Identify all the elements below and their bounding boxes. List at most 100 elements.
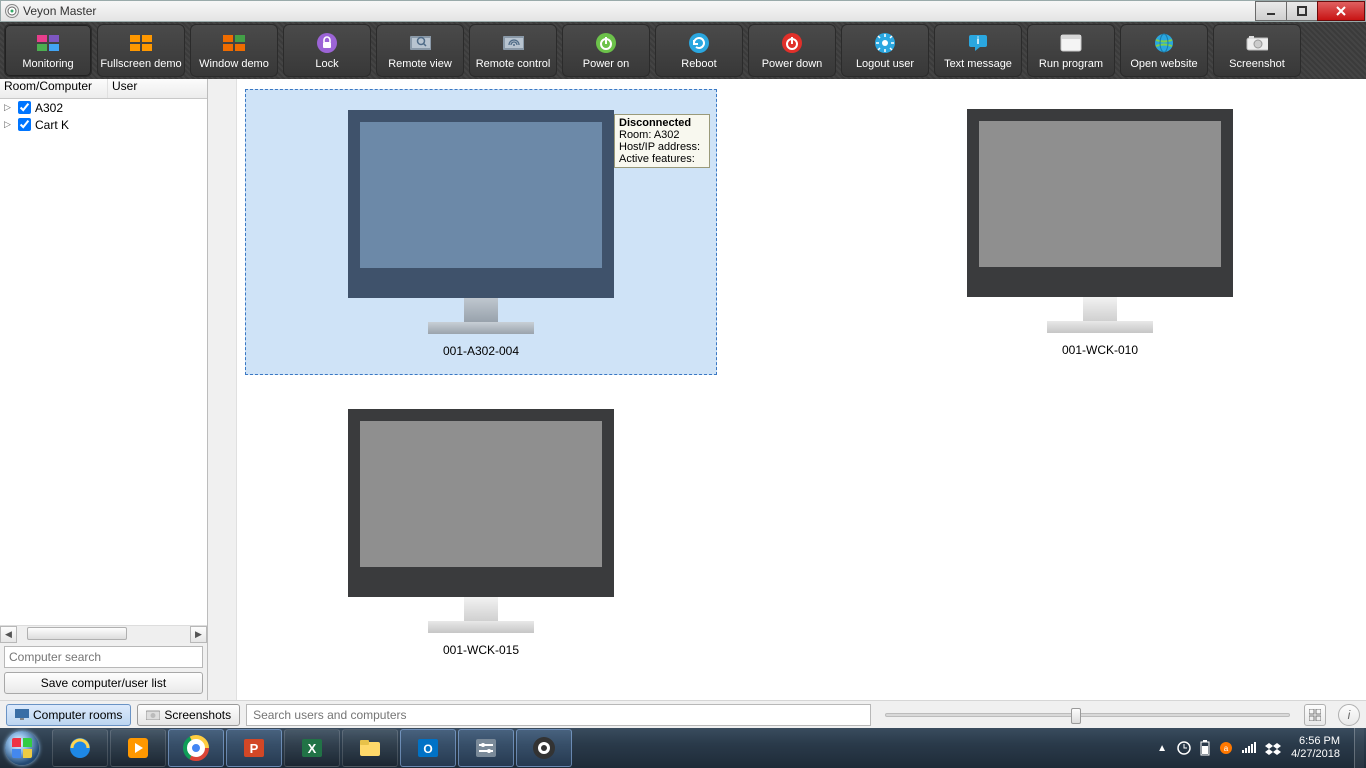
grid-toggle-button[interactable] — [1304, 704, 1326, 726]
computer-thumbnail[interactable]: 001-WCK-015 — [245, 389, 717, 675]
task-veyon[interactable] — [516, 729, 572, 767]
taskbar-clock[interactable]: 6:56 PM 4/27/2018 — [1291, 735, 1340, 761]
app-icon — [5, 4, 19, 18]
wifi-icon[interactable] — [1241, 742, 1257, 754]
tree-row[interactable]: ▷ A302 — [0, 99, 207, 116]
computer-thumbnail[interactable]: 001-WCK-010 — [864, 89, 1336, 375]
avast-icon[interactable]: a — [1219, 741, 1233, 755]
monitor-small-icon — [15, 709, 29, 720]
scroll-right-icon[interactable]: ▶ — [190, 626, 207, 643]
bottom-bar: Computer rooms Screenshots i — [0, 700, 1366, 728]
tab-label: Computer rooms — [33, 708, 122, 722]
camera-small-icon — [146, 709, 160, 720]
tree-label: Cart K — [35, 118, 69, 132]
svg-text:O: O — [423, 742, 432, 756]
toolbar: Monitoring Fullscreen demo Window demo L… — [0, 22, 1366, 79]
dropbox-icon[interactable] — [1265, 741, 1281, 755]
monitoring-button[interactable]: Monitoring — [4, 24, 92, 77]
power-green-icon — [595, 32, 617, 54]
wifi-screen-icon — [502, 32, 524, 54]
disclosure-icon[interactable]: ▷ — [4, 119, 14, 130]
zoom-slider[interactable] — [885, 713, 1290, 717]
tree-hscrollbar[interactable]: ◀ ▶ — [0, 625, 207, 642]
reboot-button[interactable]: Reboot — [655, 24, 743, 77]
toolbar-label: Logout user — [856, 58, 914, 70]
tray-arrow-icon[interactable]: ▲ — [1157, 743, 1167, 754]
close-button[interactable] — [1317, 1, 1365, 21]
lock-icon — [316, 32, 338, 54]
tooltip-host: Host/IP address: — [619, 141, 705, 153]
tree-checkbox[interactable] — [18, 118, 31, 131]
toolbar-label: Screenshot — [1229, 58, 1285, 70]
tab-computer-rooms[interactable]: Computer rooms — [6, 704, 131, 726]
taskbar: P X O ▲ a 6:56 PM 4/27/2018 — [0, 728, 1366, 768]
task-outlook[interactable]: O — [400, 729, 456, 767]
open-website-button[interactable]: Open website — [1120, 24, 1208, 77]
scroll-left-icon[interactable]: ◀ — [0, 626, 17, 643]
task-powerpoint[interactable]: P — [226, 729, 282, 767]
clock-date: 4/27/2018 — [1291, 748, 1340, 761]
task-settings[interactable] — [458, 729, 514, 767]
battery-icon[interactable] — [1199, 740, 1211, 756]
tree-header: Room/Computer User — [0, 79, 207, 99]
scroll-thumb[interactable] — [27, 627, 127, 640]
computer-thumbnail[interactable]: 001-A302-004 Disconnected Room: A302 Hos… — [245, 89, 717, 375]
disclosure-icon[interactable]: ▷ — [4, 102, 14, 113]
toolbar-label: Power on — [583, 58, 629, 70]
tab-screenshots[interactable]: Screenshots — [137, 704, 240, 726]
computer-search-input[interactable] — [4, 646, 203, 668]
task-ie[interactable] — [52, 729, 108, 767]
computer-label: 001-WCK-015 — [245, 643, 717, 657]
fullscreen-demo-button[interactable]: Fullscreen demo — [97, 24, 185, 77]
toolbar-label: Open website — [1130, 58, 1197, 70]
sync-icon[interactable] — [1177, 741, 1191, 755]
window-demo-button[interactable]: Window demo — [190, 24, 278, 77]
computer-tooltip: Disconnected Room: A302 Host/IP address:… — [614, 114, 710, 168]
tree-header-col2[interactable]: User — [108, 79, 207, 98]
camera-icon — [1246, 32, 1268, 54]
tree-header-col1[interactable]: Room/Computer — [0, 79, 108, 98]
monitor-icon — [348, 409, 614, 633]
tree-checkbox[interactable] — [18, 101, 31, 114]
minimize-button[interactable] — [1255, 1, 1287, 21]
logout-user-button[interactable]: Logout user — [841, 24, 929, 77]
remote-control-button[interactable]: Remote control — [469, 24, 557, 77]
task-file-explorer[interactable] — [342, 729, 398, 767]
power-on-button[interactable]: Power on — [562, 24, 650, 77]
lock-button[interactable]: Lock — [283, 24, 371, 77]
save-list-button[interactable]: Save computer/user list — [4, 672, 203, 694]
reload-blue-icon — [688, 32, 710, 54]
sidebar: Room/Computer User ▷ A302 ▷ Cart K ◀ ▶ S… — [0, 79, 208, 700]
global-search-input[interactable] — [246, 704, 871, 726]
text-message-button[interactable]: i Text message — [934, 24, 1022, 77]
tooltip-features: Active features: — [619, 153, 705, 165]
maximize-button[interactable] — [1286, 1, 1318, 21]
screenshot-button[interactable]: Screenshot — [1213, 24, 1301, 77]
show-desktop-button[interactable] — [1354, 728, 1364, 768]
globe-icon — [1153, 32, 1175, 54]
clock-time: 6:56 PM — [1291, 735, 1340, 748]
task-chrome[interactable] — [168, 729, 224, 767]
sun-blue-icon — [874, 32, 896, 54]
toolbar-label: Text message — [944, 58, 1012, 70]
task-media-player[interactable] — [110, 729, 166, 767]
remote-view-button[interactable]: Remote view — [376, 24, 464, 77]
task-excel[interactable]: X — [284, 729, 340, 767]
toolbar-label: Lock — [315, 58, 338, 70]
power-red-icon — [781, 32, 803, 54]
windows-logo-icon — [5, 731, 39, 765]
slider-thumb[interactable] — [1071, 708, 1081, 724]
info-button[interactable]: i — [1338, 704, 1360, 726]
computer-canvas[interactable]: 001-A302-004 Disconnected Room: A302 Hos… — [236, 79, 1366, 700]
power-down-button[interactable]: Power down — [748, 24, 836, 77]
monitor-icon — [348, 110, 614, 334]
room-tree[interactable]: ▷ A302 ▷ Cart K — [0, 99, 207, 625]
start-button[interactable] — [2, 728, 42, 768]
toolbar-label: Reboot — [681, 58, 716, 70]
run-program-button[interactable]: Run program — [1027, 24, 1115, 77]
toolbar-label: Fullscreen demo — [100, 58, 181, 70]
tooltip-status: Disconnected — [619, 117, 705, 129]
tree-row[interactable]: ▷ Cart K — [0, 116, 207, 133]
monitor-icon — [967, 109, 1233, 333]
tiles-orange2-icon — [223, 32, 245, 54]
